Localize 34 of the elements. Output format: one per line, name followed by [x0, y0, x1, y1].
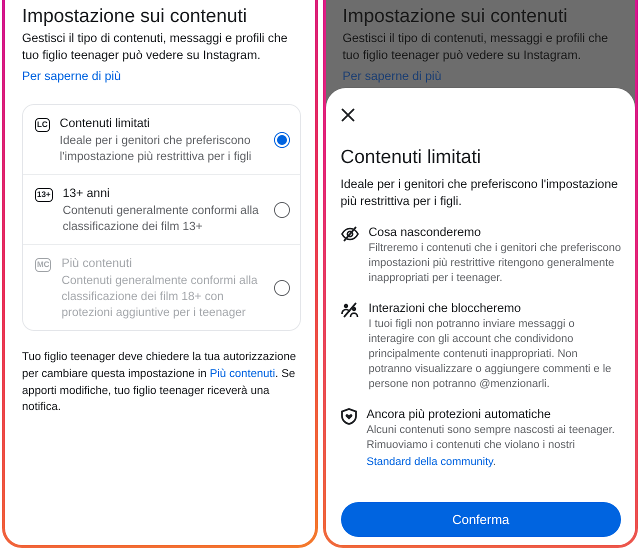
page-title: Impostazione sui contenuti: [22, 5, 248, 29]
content-option[interactable]: 13+ 13+ anni Contenuti generalmente conformi alla classificazione dei film 13+: [23, 174, 300, 244]
option-description: Contenuti generalmente conformi alla classificazione dei film 18+ con protezioni aggiuntive per i teenager: [61, 272, 259, 320]
confirm-button[interactable]: Conferma: [340, 502, 621, 537]
sheet-title: Contenuti limitati: [340, 146, 482, 170]
shield-heart-icon: [340, 408, 356, 425]
page-title: Impostazione sui contenuti: [342, 5, 568, 29]
learn-more-link[interactable]: Per saperne di più: [22, 69, 121, 83]
option-description: Contenuti generalmente conformi alla classificazione dei film 13+: [62, 202, 260, 234]
rating-icon: 13+: [35, 188, 53, 202]
content-option[interactable]: LC Contenuti limitati Ideale per i genitori che preferiscono l'impostazione più restrittiva per i figli: [23, 105, 300, 174]
section-heading: Cosa nasconderemo: [368, 224, 482, 241]
footer-note: Tuo figlio teenager deve chiedere la tua autorizzazione per cambiare questa impostazione in Più contenuti. Se apporti modifiche, tuo figlio teenager riceverà una notifica.: [22, 350, 298, 415]
option-label: Contenuti limitati: [60, 115, 151, 132]
sheet-description: Ideale per i genitori che preferiscono l'impostazione più restrittiva per i figli.: [340, 176, 619, 210]
page-description: Gestisci il tipo di contenuti, messaggi e profili che tuo figlio teenager può vedere su Instagram.: [22, 30, 289, 64]
option-label: Più contenuti: [61, 255, 133, 272]
section-text: I tuoi figli non potranno inviare messaggi o interagire con gli account che condividono principalmente contenuti inappropriati. Non potranno visualizzare o aggiungere commenti e le persone non potranno @menzionarli.: [368, 317, 612, 392]
option-description: Ideale per i genitori che preferiscono l'impostazione più restrittiva per i figli: [60, 132, 252, 164]
people-slash-icon: [340, 302, 358, 318]
section-heading: Ancora più protezioni automatiche: [366, 406, 552, 423]
page-description: Gestisci il tipo di contenuti, messaggi e profili che tuo figlio teenager può vedere su Instagram.: [342, 30, 610, 64]
rating-icon: MC: [35, 258, 52, 272]
option-label: 13+ anni: [62, 185, 111, 202]
eye-slash-icon: [340, 226, 358, 242]
radio-button[interactable]: [274, 132, 290, 148]
section-heading: Interazioni che bloccheremo: [368, 300, 522, 317]
close-icon[interactable]: [340, 108, 354, 122]
rating-icon: LC: [35, 118, 50, 132]
radio-button[interactable]: [274, 202, 290, 218]
section-text: Alcuni contenuti sono sempre nascosti ai teenager. Rimuoviamo i contenuti che violano i nostri Standard della community.: [366, 423, 616, 470]
section-text: Filtreremo i contenuti che i genitori che preferiscono impostazioni più restrittive ritengono generalmente inappropriati per i teenager.: [368, 241, 621, 286]
link[interactable]: Standard della community: [366, 456, 493, 468]
link[interactable]: Più contenuti: [210, 368, 276, 380]
